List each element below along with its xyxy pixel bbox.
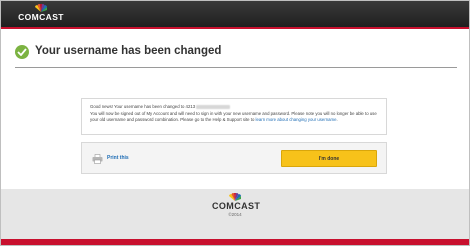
checkmark-circle-icon	[15, 45, 29, 59]
comcast-logo[interactable]: COMCAST	[17, 4, 65, 22]
title-divider	[15, 67, 457, 68]
confirmation-message-box: Good news! Your username has been change…	[81, 98, 387, 135]
confirmation-text: Good news! Your username has been change…	[90, 104, 196, 109]
confirmation-line-2: You will now be signed out of My Account…	[90, 111, 378, 123]
footer-logo: COMCAST ©2014	[212, 193, 261, 217]
notice-end: .	[336, 117, 338, 122]
done-button[interactable]: I'm done	[281, 150, 377, 167]
nbc-peacock-logo-icon	[35, 4, 47, 12]
header-accent-line	[1, 27, 469, 29]
print-link[interactable]: Print this	[107, 155, 129, 161]
header-brand-text: COMCAST	[18, 12, 64, 22]
redacted-username	[196, 104, 231, 109]
nbc-peacock-logo-icon	[229, 193, 241, 201]
browser-frame: COMCAST Your username has been changed G…	[0, 0, 470, 246]
printer-icon[interactable]	[92, 154, 103, 164]
copyright-text: ©2014	[228, 212, 242, 217]
learn-more-link[interactable]: learn more about changing your username	[256, 117, 337, 122]
header-bar: COMCAST	[1, 1, 469, 27]
footer: COMCAST ©2014	[1, 189, 469, 239]
footer-brand-text: COMCAST	[212, 201, 261, 211]
action-bar: Print this I'm done	[81, 142, 387, 174]
confirmation-line-1: Good news! Your username has been change…	[90, 104, 378, 110]
footer-accent-line	[1, 239, 469, 245]
page-title: Your username has been changed	[35, 45, 222, 57]
